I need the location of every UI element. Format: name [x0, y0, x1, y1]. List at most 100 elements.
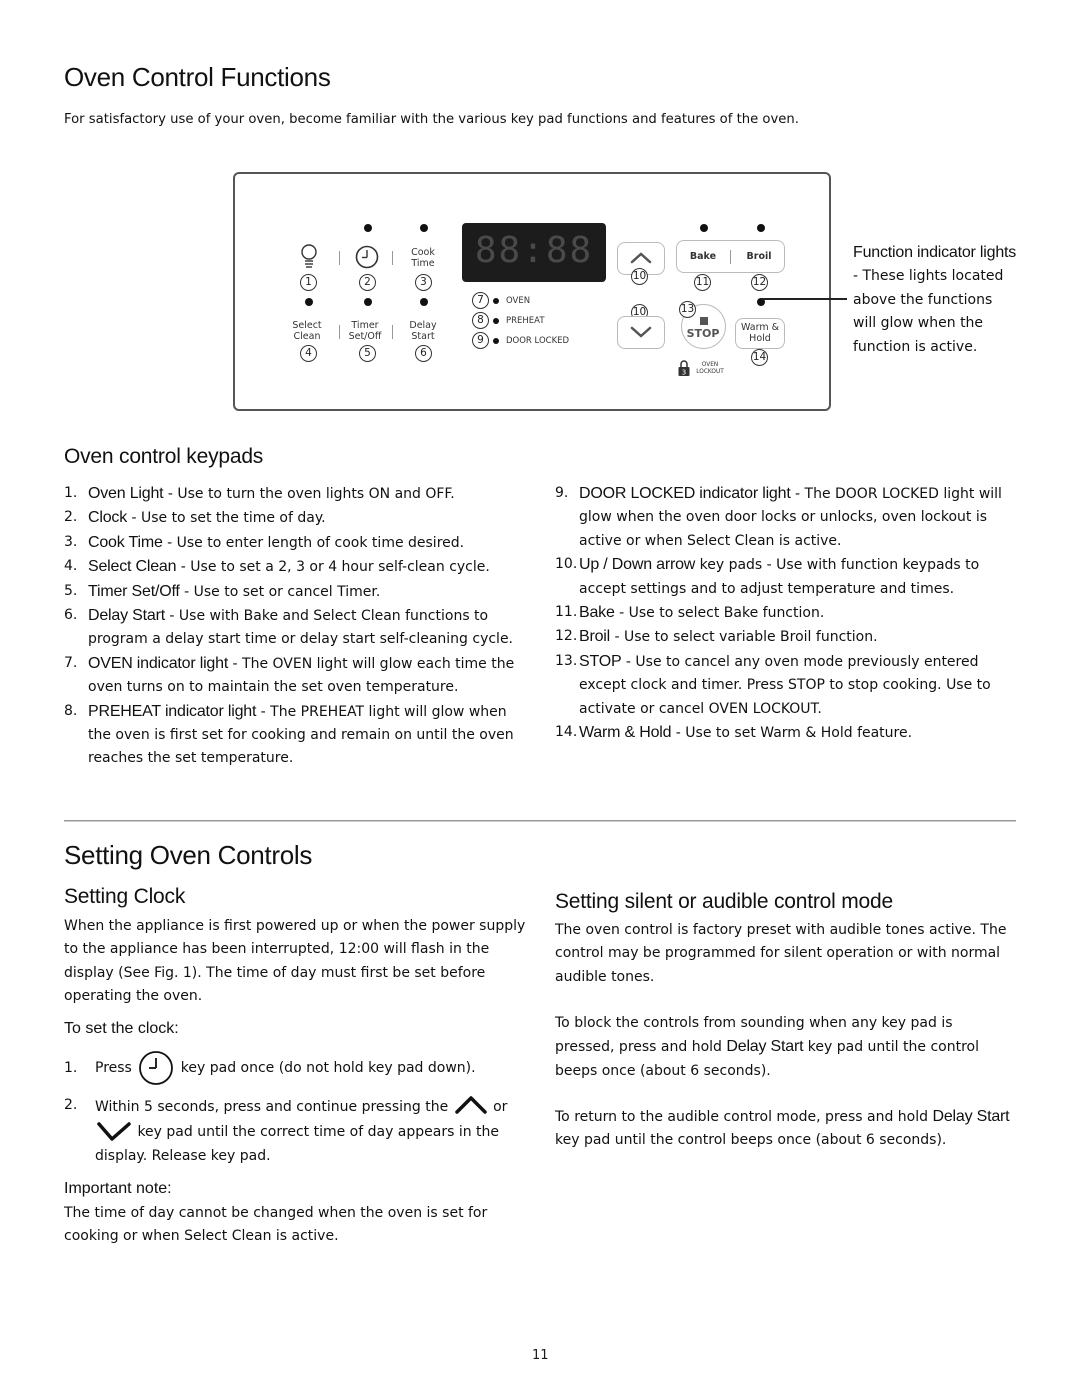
callout-text: - These lights located above the functio… — [853, 268, 1004, 355]
callout-number: 10 — [631, 268, 648, 285]
list-item: 9. DOOR LOCKED indicator light - The DOOR… — [555, 485, 1002, 549]
chevron-down-icon — [97, 1121, 131, 1141]
clock-step-1: 1. Press key pad once (do not hold key pa… — [64, 1050, 534, 1086]
list-item: 13. STOP - Use to cancel any oven mode pr… — [555, 652, 991, 717]
step-text: key pad once (do not hold key pad down). — [180, 1060, 476, 1076]
keypads-list-right: 9. DOOR LOCKED indicator light - The DOOR… — [555, 482, 1020, 745]
callout-number: 6 — [415, 345, 432, 362]
callout-number: 3 — [415, 274, 432, 291]
down-arrow-key[interactable] — [617, 316, 665, 349]
cook-time-key[interactable]: Cook Time — [403, 247, 443, 269]
door-locked-indicator-light — [493, 338, 499, 344]
control-panel-diagram: Cook Time 1 2 3 Select Clean Timer Set/O… — [233, 172, 831, 411]
oven-lockout-label: OVEN LOCKOUT — [696, 362, 724, 375]
bake-key[interactable]: Bake — [677, 251, 729, 263]
list-item: 2. Clock - Use to set the time of day. — [64, 509, 326, 527]
step-number: 1. — [64, 1060, 78, 1076]
key-separator — [339, 251, 340, 265]
keypads-list-left: 1. Oven Light - Use to turn the oven ligh… — [64, 482, 534, 771]
intro-text: For satisfactory use of your oven, becom… — [64, 112, 799, 127]
step-number: 2. — [64, 1097, 78, 1113]
list-item: 7. OVEN indicator light - The OVEN light … — [64, 654, 515, 696]
chevron-up-icon — [454, 1096, 487, 1114]
display-digits: 88:88 — [474, 230, 594, 271]
key-separator — [392, 251, 393, 265]
silent-mode-paragraph-1: The oven control is factory preset with … — [555, 922, 1007, 985]
lock-icon: 3 — [678, 360, 690, 376]
setting-clock-heading: Setting Clock — [64, 885, 186, 908]
list-item: 6. Delay Start - Use with Bake and Select… — [64, 607, 514, 648]
callout-number: 2 — [359, 274, 376, 291]
list-item: 11. Bake - Use to select Bake function. — [555, 604, 825, 622]
indicator-dot-timer — [364, 298, 372, 306]
timer-set-off-key[interactable]: Timer Set/Off — [343, 320, 387, 342]
oven-indicator-light — [493, 298, 499, 304]
callout-leader-line — [761, 298, 847, 300]
callout-number: 7 — [472, 292, 489, 309]
list-item: 10. Up / Down arrow key pads - Use with f… — [555, 556, 980, 597]
indicator-dot-cook-time — [420, 224, 428, 232]
step-text: Within 5 seconds, press and continue pre… — [95, 1099, 449, 1115]
page-number: 11 — [532, 1348, 549, 1363]
clock-display: 88:88 — [462, 223, 606, 282]
list-item: 8. PREHEAT indicator light - The PREHEAT … — [64, 702, 514, 767]
important-note-heading: Important note: — [64, 1180, 172, 1197]
preheat-indicator-light — [493, 318, 499, 324]
callout-number: 11 — [694, 274, 711, 291]
callout-number: 14 — [751, 349, 768, 366]
setting-controls-heading: Setting Oven Controls — [64, 840, 313, 870]
important-note-text: The time of day cannot be changed when t… — [64, 1205, 488, 1245]
chevron-down-icon — [630, 326, 652, 338]
select-clean-key[interactable]: Select Clean — [287, 320, 327, 342]
stop-label: STOP — [686, 327, 720, 340]
page-title: Oven Control Functions — [64, 62, 331, 92]
section-divider — [64, 820, 1016, 822]
list-item: 14. Warm & Hold - Use to set Warm & Hold … — [555, 724, 913, 742]
preheat-indicator-label: PREHEAT — [506, 316, 545, 326]
svg-text:3: 3 — [682, 369, 686, 377]
key-separator — [339, 325, 340, 339]
indicator-dot-bake — [700, 224, 708, 232]
warm-hold-key[interactable]: Warm & Hold — [735, 318, 785, 349]
warm-hold-label: Warm & Hold — [740, 322, 780, 344]
light-bulb-icon — [301, 244, 317, 268]
oven-indicator-label: OVEN — [506, 296, 531, 306]
bake-broil-keypad: Bake Broil — [676, 240, 785, 273]
clock-icon[interactable] — [355, 245, 379, 269]
key-separator — [730, 250, 731, 264]
list-item: 4. Select Clean - Use to set a 2, 3 or 4 … — [64, 558, 490, 576]
to-set-clock-subheading: To set the clock: — [64, 1020, 179, 1037]
delay-start-key[interactable]: Delay Start — [403, 320, 443, 342]
callout-number: 13 — [679, 301, 696, 318]
callout-number: 9 — [472, 332, 489, 349]
keypads-heading: Oven control keypads — [64, 445, 264, 468]
callout-title: Function indicator lights — [853, 244, 1017, 261]
door-locked-indicator-label: DOOR LOCKED — [506, 336, 570, 346]
clock-step-2: 2. Within 5 seconds, press and continue … — [64, 1093, 534, 1169]
step-text: Press — [95, 1060, 132, 1076]
indicator-dot-clock — [364, 224, 372, 232]
function-indicator-callout: Function indicator lights - These lights… — [853, 241, 1018, 359]
callout-number: 12 — [751, 274, 768, 291]
silent-mode-paragraph-2: To block the controls from sounding when… — [555, 1015, 979, 1079]
step-text: or — [493, 1099, 508, 1115]
broil-key[interactable]: Broil — [733, 251, 785, 263]
list-item: 5. Timer Set/Off - Use to set or cancel T… — [64, 582, 381, 600]
list-item: 12. Broil - Use to select variable Broil … — [555, 628, 878, 646]
indicator-dot-delay-start — [420, 298, 428, 306]
callout-number: 4 — [300, 345, 317, 362]
setting-clock-paragraph: When the appliance is first powered up o… — [64, 918, 526, 1005]
callout-number: 1 — [300, 274, 317, 291]
step-text: key pad until the correct time of day ap… — [95, 1123, 500, 1165]
key-separator — [392, 325, 393, 339]
list-item: 3. Cook Time - Use to enter length of coo… — [64, 533, 465, 551]
callout-number: 8 — [472, 312, 489, 329]
silent-mode-paragraph-3: To return to the audible control mode, p… — [555, 1108, 1010, 1149]
stop-square-icon — [700, 317, 708, 325]
clock-key-icon — [139, 1051, 174, 1085]
callout-number: 5 — [359, 345, 376, 362]
indicator-dot-select-clean — [305, 298, 313, 306]
indicator-dot-broil — [757, 224, 765, 232]
list-item: 1. Oven Light - Use to turn the oven ligh… — [64, 485, 455, 502]
silent-mode-heading: Setting silent or audible control mode — [555, 890, 893, 913]
